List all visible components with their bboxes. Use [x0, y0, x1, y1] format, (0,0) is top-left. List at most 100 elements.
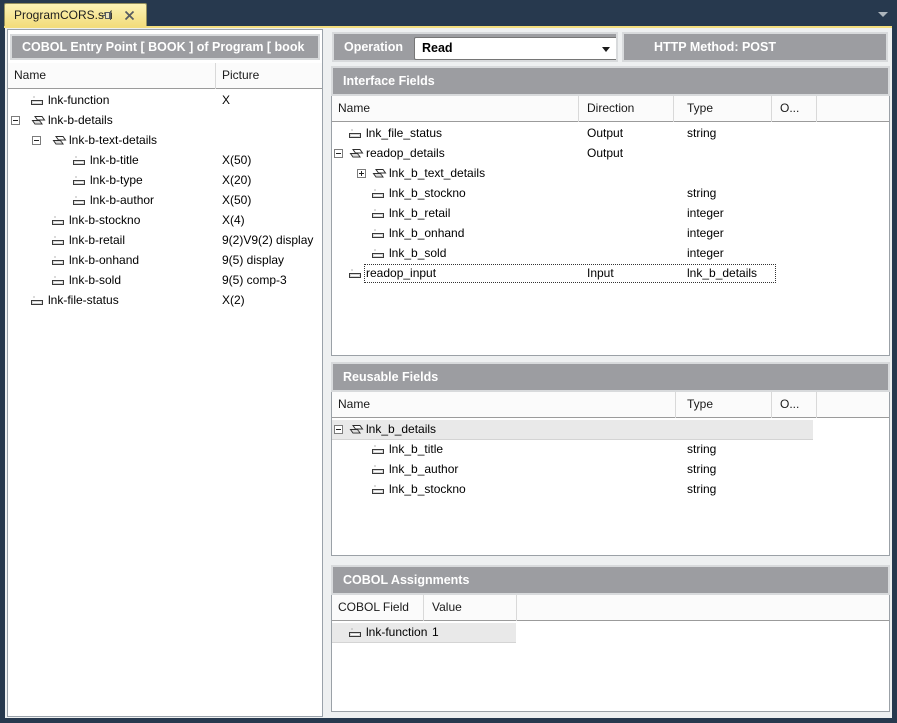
field-value: string [687, 460, 716, 479]
field-value: Output [587, 144, 623, 163]
collapse-icon[interactable] [11, 116, 20, 125]
field-icon [72, 195, 87, 208]
collapse-icon[interactable] [334, 425, 343, 434]
left-panel-header: COBOL Entry Point [ BOOK ] of Program [ … [10, 34, 320, 60]
field-name: lnk-b-sold [69, 271, 121, 290]
tree-row[interactable]: lnk-b-stocknoX(4) [8, 211, 322, 231]
expand-icon[interactable] [357, 169, 366, 178]
column-separator[interactable] [771, 392, 772, 418]
field-value: Output [587, 124, 623, 143]
column-header[interactable]: Direction [587, 101, 634, 115]
close-icon[interactable] [123, 9, 136, 22]
collapse-icon[interactable] [334, 149, 343, 158]
group-field-icon [371, 168, 386, 181]
field-icon [348, 128, 363, 141]
tree-row[interactable]: lnk_b_titlestring [332, 440, 889, 460]
tab-list-dropdown-icon[interactable] [878, 12, 888, 17]
tree-row[interactable]: readop_detailsOutput [332, 144, 889, 164]
field-name: lnk-b-onhand [69, 251, 139, 270]
field-value: X(2) [222, 291, 245, 310]
field-name: lnk_b_text_details [389, 164, 485, 183]
tree-row[interactable]: lnk-b-titleX(50) [8, 151, 322, 171]
tree-row[interactable]: lnk-b-sold9(5) comp-3 [8, 271, 322, 291]
field-icon [51, 215, 66, 228]
column-separator[interactable] [816, 392, 817, 418]
column-header[interactable]: Name [338, 397, 370, 411]
tree-row[interactable]: lnk_file_statusOutputstring [332, 124, 889, 144]
tree-row[interactable]: lnk-b-details [8, 111, 322, 131]
column-header[interactable]: Name [14, 68, 46, 82]
field-icon [51, 255, 66, 268]
tree-row[interactable]: lnk_b_stockno string [332, 480, 889, 500]
field-name: lnk_b_title [389, 440, 443, 459]
field-value: Input [587, 264, 614, 283]
group-field-icon [348, 148, 363, 161]
tree-row[interactable]: lnk_b_authorstring [332, 460, 889, 480]
field-value: integer [687, 244, 724, 263]
column-header[interactable]: O... [780, 397, 799, 411]
tree-row[interactable]: lnk-functionX [8, 91, 322, 111]
field-value: lnk_b_details [687, 264, 757, 283]
reusable-fields-section: Reusable Fields Name Type O... lnk_b_detail… [331, 362, 890, 556]
tree-row[interactable]: lnk-b-retail9(2)V9(2) display [8, 231, 322, 251]
interface-fields-title: Interface Fields [343, 74, 435, 88]
tree-row[interactable]: lnk_b_soldinteger [332, 244, 889, 264]
column-separator[interactable] [215, 63, 216, 89]
tree-row[interactable]: lnk-b-onhand 9(5) display [8, 251, 322, 271]
tree-row[interactable]: lnk-b-text-details [8, 131, 322, 151]
field-name: lnk_b_details [366, 420, 436, 439]
column-separator[interactable] [771, 96, 772, 122]
group-field-icon [348, 424, 363, 437]
group-field-icon [30, 115, 45, 128]
tree-row[interactable]: readop_inputInputlnk_b_details [332, 264, 889, 284]
reusable-table: NameTypeO...lnk_b_detailslnk_b_titlestri… [332, 392, 889, 555]
tree-row[interactable]: lnk_b_retailinteger [332, 204, 889, 224]
field-name: lnk_b_stockno [389, 480, 466, 499]
field-value: string [687, 480, 716, 499]
field-value: 9(5) display [222, 251, 284, 270]
collapse-icon[interactable] [32, 136, 41, 145]
column-separator[interactable] [578, 96, 579, 122]
operation-select[interactable]: Read [414, 37, 618, 60]
reusable-fields-header: Reusable Fields [331, 362, 890, 392]
field-name: lnk-function [366, 623, 427, 642]
field-value: X [222, 91, 230, 110]
application-window: ProgramCORS.svi [0, 0, 897, 723]
column-separator[interactable] [675, 392, 676, 418]
tree-row[interactable]: lnk_b_text_details [332, 164, 889, 184]
tree-row[interactable]: lnk_b_details [332, 420, 889, 440]
field-icon [348, 627, 363, 640]
field-name: lnk-file-status [48, 291, 119, 310]
tree-row[interactable]: lnk-function1 [332, 623, 889, 643]
column-header[interactable]: Picture [222, 68, 259, 82]
tree-row[interactable]: lnk-file-status X(2) [8, 291, 322, 311]
cobol-assignments-title: COBOL Assignments [343, 573, 469, 587]
column-separator[interactable] [816, 96, 817, 122]
column-header[interactable]: Name [338, 101, 370, 115]
column-separator[interactable] [516, 595, 517, 621]
field-icon [51, 235, 66, 248]
field-icon [371, 464, 386, 477]
tree-row[interactable]: lnk_b_stocknostring [332, 184, 889, 204]
field-value: X(20) [222, 171, 251, 190]
left-panel-title: COBOL Entry Point [ BOOK ] of Program [ … [22, 40, 304, 54]
column-header[interactable]: Value [432, 600, 462, 614]
column-header[interactable]: COBOL Field [338, 600, 409, 614]
column-header[interactable]: O... [780, 101, 799, 115]
operation-label: Operation [344, 40, 403, 54]
column-separator[interactable] [423, 595, 424, 621]
column-separator[interactable] [673, 96, 674, 122]
tree-row[interactable]: lnk_b_onhandinteger [332, 224, 889, 244]
document-tab[interactable]: ProgramCORS.svi [4, 3, 147, 26]
tree-row[interactable]: lnk-b-authorX(50) [8, 191, 322, 211]
field-icon [348, 268, 363, 281]
left-table: NamePicturelnk-functionXlnk-b-detailslnk… [8, 63, 322, 716]
tree-row[interactable]: lnk-b-typeX(20) [8, 171, 322, 191]
chevron-down-icon [602, 47, 610, 52]
pin-icon[interactable] [101, 9, 114, 22]
column-header[interactable]: Type [687, 397, 713, 411]
reusable-fields-title: Reusable Fields [343, 370, 438, 384]
cobol-assignments-section: COBOL Assignments COBOL Field Value lnk-fu… [331, 565, 890, 712]
field-value: X(4) [222, 211, 245, 230]
column-header[interactable]: Type [687, 101, 713, 115]
